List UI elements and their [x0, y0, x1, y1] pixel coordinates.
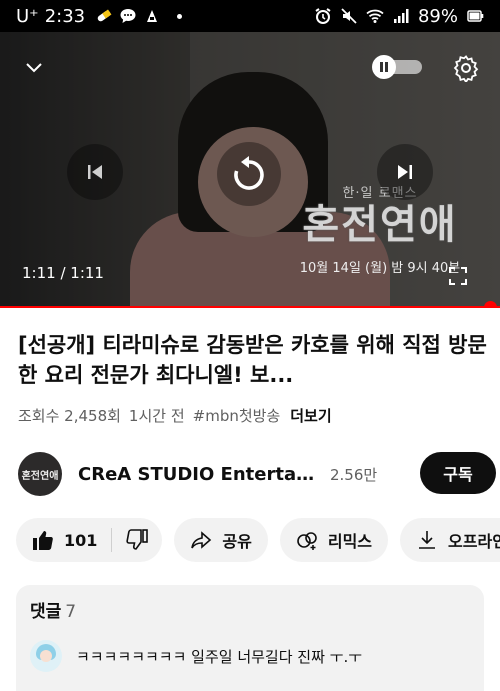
minimize-button[interactable] [16, 50, 52, 86]
channel-row[interactable]: 혼전연애 CReA STUDIO Entertain... 2.56만 구독 [18, 448, 500, 500]
chevron-down-icon [26, 63, 42, 73]
comments-header: 댓글 7 [30, 597, 470, 622]
battery-percent: 89% [417, 5, 458, 27]
upload-age: 1시간 전 [128, 407, 185, 425]
replay-icon [234, 156, 264, 190]
thumbs-up-icon [33, 531, 53, 550]
download-icon [416, 529, 438, 551]
carrier-label: U⁺ [16, 5, 39, 27]
comments-panel[interactable]: 댓글 7 ㅋㅋㅋㅋㅋㅋㅋㅋ 일주일 너무길다 진짜 ㅜ.ㅜ [16, 585, 484, 691]
progress-scrubber[interactable] [484, 301, 497, 308]
signal-icon [393, 9, 409, 23]
fullscreen-button[interactable] [444, 262, 472, 290]
app-notification-icon [147, 10, 158, 22]
share-icon [190, 529, 212, 551]
thumbs-down-icon [126, 529, 149, 550]
dislike-button[interactable] [126, 529, 149, 551]
settings-button[interactable] [448, 50, 484, 86]
remix-icon [296, 529, 318, 551]
more-link[interactable]: 더보기 [290, 405, 331, 426]
previous-button[interactable] [67, 144, 123, 200]
commenter-avatar [30, 640, 62, 672]
battery-icon [467, 10, 484, 22]
progress-bar[interactable] [0, 306, 500, 308]
video-player[interactable]: 한·일 로맨스 혼전연애 10월 14일 (월) 밤 9시 40분 1:11 /… [0, 32, 500, 308]
autoplay-toggle[interactable] [368, 54, 424, 80]
next-icon [398, 165, 412, 179]
video-title[interactable]: [선공개] 티라미슈로 감동받은 카호를 위해 직접 방문한 요리 전문가 최다… [18, 330, 488, 390]
top-comment[interactable]: ㅋㅋㅋㅋㅋㅋㅋㅋ 일주일 너무길다 진짜 ㅜ.ㅜ [30, 640, 470, 672]
offline-label: 오프라인 [448, 532, 500, 551]
subscribe-button[interactable]: 구독 [420, 452, 496, 494]
chat-icon [120, 9, 136, 23]
offline-button[interactable]: 오프라인 [400, 518, 500, 562]
view-count: 조회수 2,458회 [18, 407, 121, 425]
alarm-icon [315, 8, 331, 24]
pause-toggle-icon [372, 55, 422, 79]
pill-icon [97, 9, 112, 22]
wifi-icon [366, 9, 384, 23]
remix-label: 리믹스 [327, 532, 373, 551]
clock: 2:33 [44, 5, 86, 27]
top-comment-text: ㅋㅋㅋㅋㅋㅋㅋㅋ 일주일 너무길다 진짜 ㅜ.ㅜ [76, 647, 363, 666]
subscriber-count: 2.56만 [330, 465, 378, 484]
share-label: 공유 [222, 532, 252, 551]
playback-time: 1:11 / 1:11 [22, 264, 104, 282]
settings-icon [453, 55, 479, 82]
action-bar: 101 공유 리믹스 오프라인 [16, 518, 500, 564]
channel-avatar[interactable]: 혼전연애 [18, 452, 62, 496]
hashtag[interactable]: #mbn첫방송 [193, 405, 281, 426]
next-button[interactable] [377, 144, 433, 200]
fullscreen-icon [449, 267, 467, 285]
show-logo-name: 혼전연애 [302, 202, 458, 248]
remix-button[interactable]: 리믹스 [279, 518, 389, 562]
replay-button[interactable] [217, 142, 281, 206]
mute-icon [341, 8, 357, 24]
like-dislike-pill: 101 [16, 518, 163, 562]
share-button[interactable]: 공유 [174, 518, 268, 562]
status-bar: U⁺ 2:33 89% [0, 0, 500, 32]
video-meta[interactable]: 조회수 2,458회 1시간 전 #mbn첫방송 더보기 [18, 405, 332, 426]
previous-icon [88, 165, 102, 179]
more-notifications-dot [177, 13, 183, 19]
comments-count: 7 [65, 602, 77, 622]
like-count[interactable]: 101 [64, 531, 97, 550]
like-button[interactable] [32, 529, 54, 551]
channel-name[interactable]: CReA STUDIO Entertain... [78, 464, 318, 485]
comments-title: 댓글 [30, 602, 62, 622]
